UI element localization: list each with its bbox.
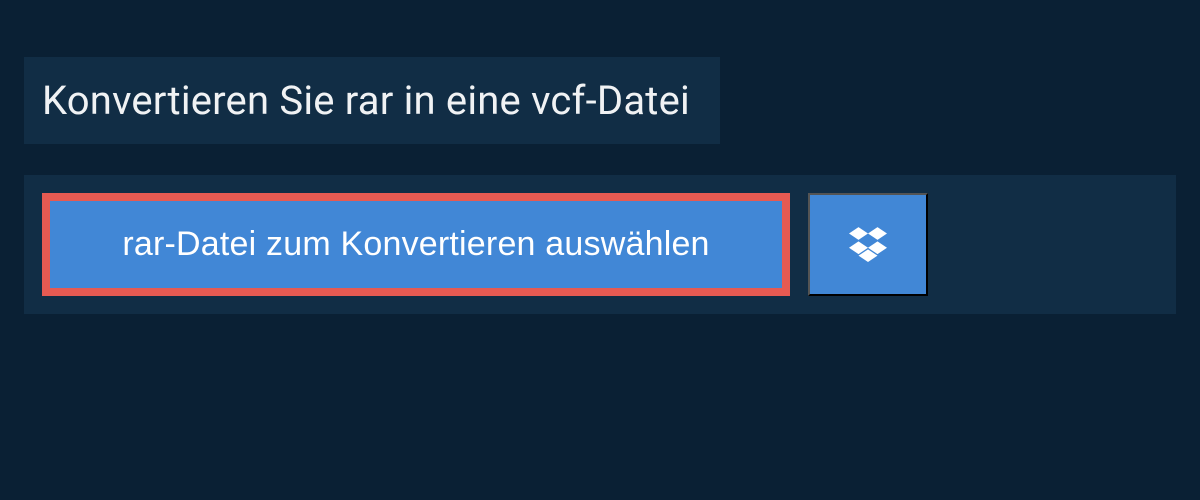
select-file-button[interactable]: rar-Datei zum Konvertieren auswählen xyxy=(42,193,790,296)
action-panel: rar-Datei zum Konvertieren auswählen xyxy=(24,175,1176,314)
dropbox-button[interactable] xyxy=(808,193,928,296)
page-title: Konvertieren Sie rar in eine vcf-Datei xyxy=(42,77,690,124)
dropbox-icon xyxy=(849,224,887,265)
heading-container: Konvertieren Sie rar in eine vcf-Datei xyxy=(24,57,720,144)
